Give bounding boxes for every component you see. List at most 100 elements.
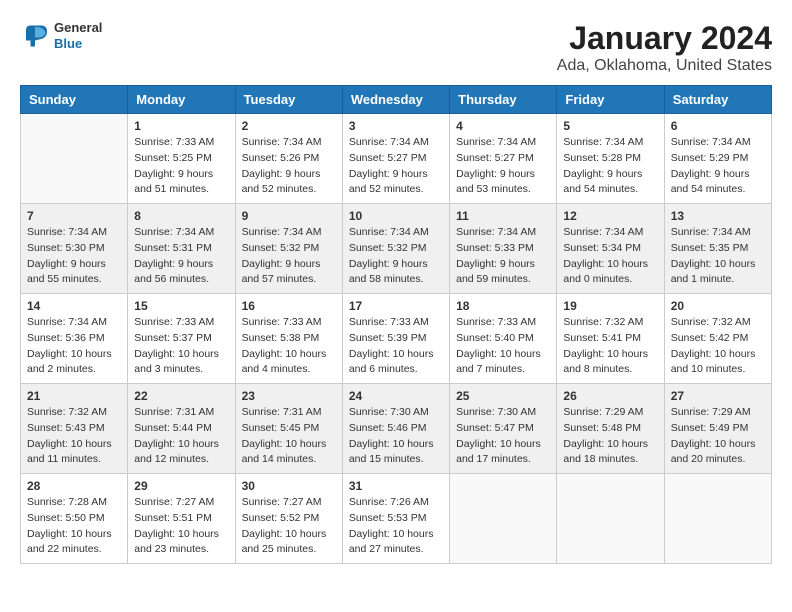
header-wednesday: Wednesday: [342, 86, 449, 114]
day-info: Sunrise: 7:31 AM Sunset: 5:44 PM Daylight:…: [134, 405, 228, 468]
daylight-text: Daylight: 10 hours and 10 minutes.: [671, 348, 756, 376]
sunset-text: Sunset: 5:49 PM: [671, 422, 749, 434]
day-info: Sunrise: 7:34 AMSunset: 5:26 PMDaylight:…: [242, 135, 336, 198]
calendar-cell: 28Sunrise: 7:28 AMSunset: 5:50 PMDayligh…: [21, 474, 128, 564]
calendar-cell: 31Sunrise: 7:26 AMSunset: 5:53 PMDayligh…: [342, 474, 449, 564]
calendar-cell: 5Sunrise: 7:34 AMSunset: 5:28 PMDaylight…: [557, 114, 664, 204]
title-block: January 2024 Ada, Oklahoma, United State…: [557, 20, 772, 75]
sunrise-text: Sunrise: 7:34 AM: [563, 136, 643, 148]
weekday-header-row: SundayMondayTuesdayWednesdayThursdayFrid…: [21, 86, 772, 114]
day-info: Sunrise: 7:32 AMSunset: 5:42 PMDaylight:…: [671, 315, 765, 378]
sunrise-text: Sunrise: 7:31 AM: [134, 406, 214, 418]
daylight-text: Daylight: 9 hours and 58 minutes.: [349, 258, 428, 286]
day-info: Sunrise: 7:34 AMSunset: 5:32 PMDaylight:…: [349, 225, 443, 288]
logo-text: General Blue: [54, 20, 102, 51]
daylight-text: Daylight: 10 hours and 4 minutes.: [242, 348, 327, 376]
day-number: 10: [349, 209, 443, 223]
sunset-text: Sunset: 5:34 PM: [563, 242, 641, 254]
sunrise-text: Sunrise: 7:32 AM: [671, 316, 751, 328]
sunset-text: Sunset: 5:41 PM: [563, 332, 641, 344]
day-info: Sunrise: 7:27 AMSunset: 5:51 PMDaylight:…: [134, 495, 228, 558]
day-info: Sunrise: 7:30 AMSunset: 5:47 PMDaylight:…: [456, 405, 550, 468]
daylight-text: Daylight: 10 hours and 11 minutes.: [27, 438, 112, 466]
sunrise-text: Sunrise: 7:30 AM: [349, 406, 429, 418]
daylight-text: Daylight: 9 hours and 57 minutes.: [242, 258, 321, 286]
daylight-text: Daylight: 10 hours and 6 minutes.: [349, 348, 434, 376]
sunrise-text: Sunrise: 7:27 AM: [242, 496, 322, 508]
day-number: 11: [456, 209, 550, 223]
sunset-text: Sunset: 5:50 PM: [27, 512, 105, 524]
calendar-title: January 2024: [557, 20, 772, 57]
header-saturday: Saturday: [664, 86, 771, 114]
daylight-text: Daylight: 10 hours and 15 minutes.: [349, 438, 434, 466]
sunset-text: Sunset: 5:52 PM: [242, 512, 320, 524]
calendar-cell: [557, 474, 664, 564]
calendar-cell: 16Sunrise: 7:33 AMSunset: 5:38 PMDayligh…: [235, 294, 342, 384]
daylight-text: Daylight: 10 hours and 12 minutes.: [134, 438, 219, 466]
day-number: 30: [242, 479, 336, 493]
calendar-cell: 21Sunrise: 7:32 AMSunset: 5:43 PMDayligh…: [21, 384, 128, 474]
sunrise-text: Sunrise: 7:32 AM: [27, 406, 107, 418]
calendar-cell: 23Sunrise: 7:31 AMSunset: 5:45 PMDayligh…: [235, 384, 342, 474]
daylight-text: Daylight: 10 hours and 17 minutes.: [456, 438, 541, 466]
sunrise-text: Sunrise: 7:27 AM: [134, 496, 214, 508]
sunrise-text: Sunrise: 7:34 AM: [349, 136, 429, 148]
day-info: Sunrise: 7:34 AMSunset: 5:36 PMDaylight:…: [27, 315, 121, 378]
sunrise-text: Sunrise: 7:31 AM: [242, 406, 322, 418]
day-info: Sunrise: 7:34 AMSunset: 5:27 PMDaylight:…: [349, 135, 443, 198]
day-number: 2: [242, 119, 336, 133]
day-info: Sunrise: 7:32 AMSunset: 5:43 PMDaylight:…: [27, 405, 121, 468]
sunrise-text: Sunrise: 7:34 AM: [27, 316, 107, 328]
daylight-text: Daylight: 10 hours and 23 minutes.: [134, 528, 219, 556]
day-number: 14: [27, 299, 121, 313]
sunset-text: Sunset: 5:29 PM: [671, 152, 749, 164]
sunset-text: Sunset: 5:36 PM: [27, 332, 105, 344]
daylight-text: Daylight: 10 hours and 8 minutes.: [563, 348, 648, 376]
day-info: Sunrise: 7:34 AMSunset: 5:30 PMDaylight:…: [27, 225, 121, 288]
day-info: Sunrise: 7:34 AMSunset: 5:27 PMDaylight:…: [456, 135, 550, 198]
logo-icon: [20, 21, 50, 51]
week-row-2: 7Sunrise: 7:34 AMSunset: 5:30 PMDaylight…: [21, 204, 772, 294]
calendar-cell: 18Sunrise: 7:33 AMSunset: 5:40 PMDayligh…: [450, 294, 557, 384]
sunrise-text: Sunrise: 7:29 AM: [563, 406, 643, 418]
sunrise-text: Sunrise: 7:34 AM: [456, 226, 536, 238]
calendar-cell: 10 Sunrise: 7:34 AMSunset: 5:32 PMDayligh…: [342, 204, 449, 294]
sunrise-text: Sunrise: 7:34 AM: [563, 226, 643, 238]
calendar-cell: 20Sunrise: 7:32 AMSunset: 5:42 PMDayligh…: [664, 294, 771, 384]
calendar-cell: 12Sunrise: 7:34 AMSunset: 5:34 PMDayligh…: [557, 204, 664, 294]
calendar-cell: 3Sunrise: 7:34 AMSunset: 5:27 PMDaylight…: [342, 114, 449, 204]
daylight-text: Daylight: 10 hours and 1 minute.: [671, 258, 756, 286]
page-header: General Blue January 2024 Ada, Oklahoma,…: [20, 20, 772, 75]
sunset-text: Sunset: 5:38 PM: [242, 332, 320, 344]
calendar-cell: 9Sunrise: 7:34 AMSunset: 5:32 PMDaylight…: [235, 204, 342, 294]
day-info: Sunrise: 7:34 AM Sunset: 5:34 PM Daylight:…: [563, 225, 657, 288]
daylight-text: Daylight: 10 hours and 0 minutes.: [563, 258, 648, 286]
week-row-5: 28Sunrise: 7:28 AMSunset: 5:50 PMDayligh…: [21, 474, 772, 564]
sunset-text: Sunset: 5:40 PM: [456, 332, 534, 344]
sunset-text: Sunset: 5:26 PM: [242, 152, 320, 164]
sunrise-text: Sunrise: 7:26 AM: [349, 496, 429, 508]
day-info: Sunrise: 7:27 AMSunset: 5:52 PMDaylight:…: [242, 495, 336, 558]
daylight-text: Daylight: 9 hours and 55 minutes.: [27, 258, 106, 286]
day-info: Sunrise: 7:34 AMSunset: 5:35 PMDaylight:…: [671, 225, 765, 288]
sunset-text: Sunset: 5:33 PM: [456, 242, 534, 254]
day-number: 29: [134, 479, 228, 493]
sunrise-text: Sunrise: 7:34 AM: [349, 226, 429, 238]
day-info: Sunrise: 7:34 AMSunset: 5:33 PMDaylight:…: [456, 225, 550, 288]
sunrise-text: Sunrise: 7:34 AM: [671, 136, 751, 148]
sunrise-text: Sunrise: 7:32 AM: [563, 316, 643, 328]
day-info: Sunrise: 7:26 AMSunset: 5:53 PMDaylight:…: [349, 495, 443, 558]
sunrise-text: Sunrise: 7:34 AM: [671, 226, 751, 238]
calendar-subtitle: Ada, Oklahoma, United States: [557, 57, 772, 75]
sunset-text: Sunset: 5:44 PM: [134, 422, 212, 434]
daylight-text: Daylight: 10 hours and 22 minutes.: [27, 528, 112, 556]
day-info: Sunrise: 7:30 AMSunset: 5:46 PMDaylight:…: [349, 405, 443, 468]
logo: General Blue: [20, 20, 102, 51]
daylight-text: Daylight: 10 hours and 7 minutes.: [456, 348, 541, 376]
sunset-text: Sunset: 5:28 PM: [563, 152, 641, 164]
sunset-text: Sunset: 5:27 PM: [456, 152, 534, 164]
calendar-table: SundayMondayTuesdayWednesdayThursdayFrid…: [20, 85, 772, 564]
sunrise-text: Sunrise: 7:29 AM: [671, 406, 751, 418]
calendar-cell: 15Sunrise: 7:33 AMSunset: 5:37 PMDayligh…: [128, 294, 235, 384]
calendar-cell: 22Sunrise: 7:31 AMSunset: 5:44 PMDayligh…: [128, 384, 235, 474]
